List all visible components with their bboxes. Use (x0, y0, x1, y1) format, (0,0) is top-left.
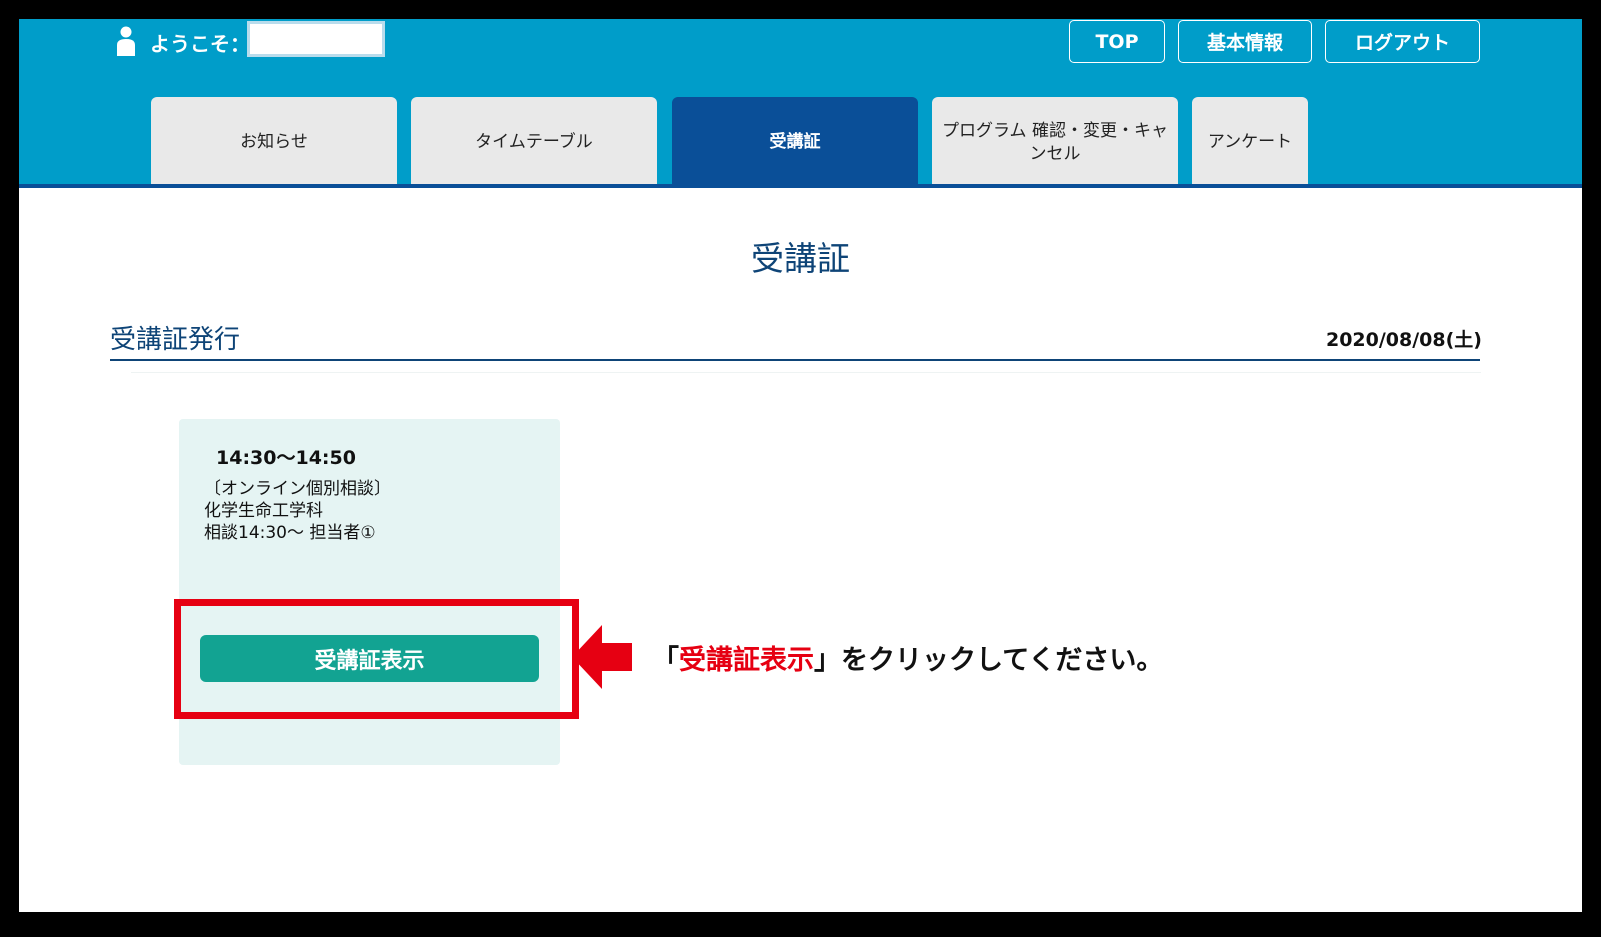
browser-frame: ようこそ： TOP 基本情報 ログアウト お知らせ タイムテーブル 受講証 プロ… (19, 19, 1582, 912)
logout-button[interactable]: ログアウト (1325, 20, 1480, 63)
section-divider (110, 359, 1480, 361)
arrow-left-icon (572, 625, 632, 689)
header-divider (19, 184, 1582, 188)
page-title: 受講証 (751, 239, 850, 278)
welcome-label: ようこそ： (150, 32, 250, 56)
top-button[interactable]: TOP (1069, 20, 1165, 63)
section-title: 受講証発行 (110, 325, 241, 355)
section-date: 2020/08/08(土) (1325, 329, 1482, 351)
user-name-field (247, 21, 385, 57)
instruction-text: 「受講証表示」をクリックしてください。 (652, 638, 1163, 677)
instruction-emphasis: 受講証表示 (679, 645, 814, 676)
tab-survey[interactable]: アンケート (1192, 97, 1308, 188)
site-header: ようこそ： TOP 基本情報 ログアウト お知らせ タイムテーブル 受講証 プロ… (19, 19, 1582, 188)
session-detail: 相談14:30～ 担当者① (204, 523, 376, 543)
tab-certificate[interactable]: 受講証 (672, 97, 918, 188)
tab-program-manage[interactable]: プログラム 確認・変更・キャンセル (932, 97, 1178, 188)
tab-news[interactable]: お知らせ (151, 97, 397, 188)
session-time: 14:30～14:50 (216, 447, 356, 469)
tab-timetable[interactable]: タイムテーブル (411, 97, 657, 188)
instruction-rest: 」をクリックしてください。 (814, 645, 1164, 676)
profile-button[interactable]: 基本情報 (1178, 20, 1312, 63)
section-divider-light (131, 372, 1481, 373)
show-certificate-button[interactable]: 受講証表示 (200, 635, 539, 682)
instruction-open-bracket: 「 (652, 645, 679, 676)
user-icon (117, 26, 135, 56)
